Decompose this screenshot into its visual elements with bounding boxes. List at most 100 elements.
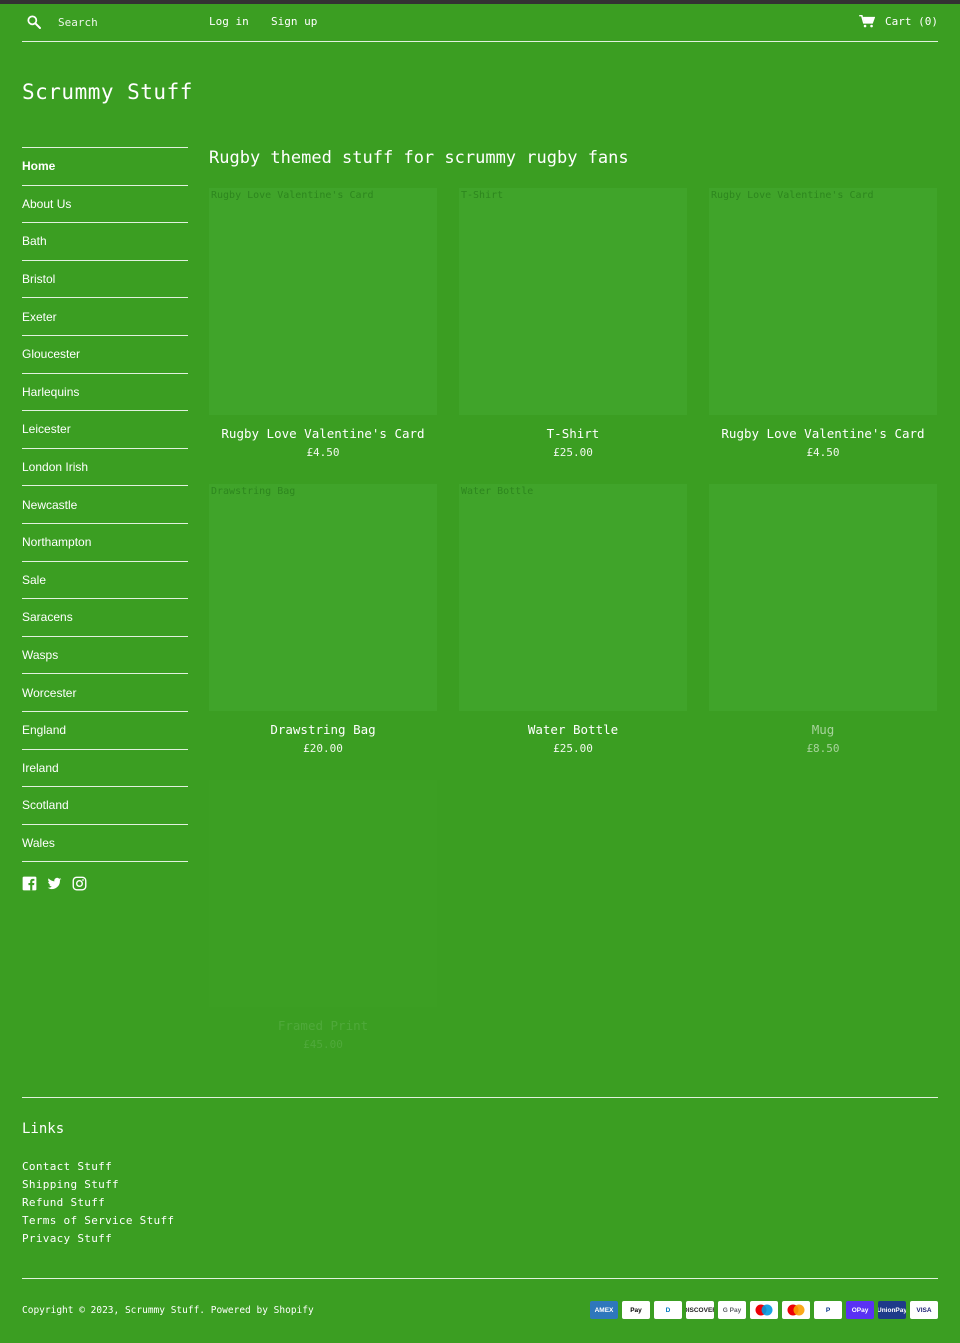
product-price: £4.50: [306, 446, 340, 459]
footer-link-item: Contact Stuff: [22, 1155, 174, 1173]
product-card[interactable]: Mug £8.50: [709, 484, 937, 755]
sidebar-item-home[interactable]: Home: [22, 148, 188, 186]
sidebar-item-label[interactable]: Harlequins: [22, 385, 79, 399]
sidebar-item-wasps[interactable]: Wasps: [22, 637, 188, 675]
sidebar-item-label[interactable]: Scotland: [22, 798, 69, 812]
product-image: Rugby Love Valentine's Card: [209, 188, 437, 415]
payment-method-label: G Pay: [722, 1306, 742, 1314]
sidebar-item-ireland[interactable]: Ireland: [22, 750, 188, 788]
payment-method-label: DISCOVER: [686, 1306, 714, 1314]
sidebar-item-london-irish[interactable]: London Irish: [22, 449, 188, 487]
sidebar-item-label[interactable]: Leicester: [22, 422, 71, 436]
product-image-alt: Water Bottle: [461, 486, 534, 497]
sidebar-item-england[interactable]: England: [22, 712, 188, 750]
product-card[interactable]: Framed Print £45.00: [209, 780, 437, 1051]
payment-method-icon: UnionPay: [878, 1301, 906, 1319]
product-image-alt: Rugby Love Valentine's Card: [211, 190, 374, 201]
product-image: Rugby Love Valentine's Card: [709, 188, 937, 415]
sidebar-item-label[interactable]: Saracens: [22, 610, 73, 624]
footer-link[interactable]: Refund Stuff: [22, 1196, 105, 1209]
sidebar-item-harlequins[interactable]: Harlequins: [22, 374, 188, 412]
sidebar-item-label[interactable]: Wasps: [22, 648, 58, 662]
cart-link[interactable]: Cart (0): [859, 15, 938, 28]
product-card[interactable]: Water Bottle Water Bottle £25.00: [459, 484, 687, 755]
product-image-alt: Rugby Love Valentine's Card: [711, 190, 874, 201]
product-image: [209, 780, 437, 1007]
sidebar-nav: Home About Us Bath Bristol Exeter Gloucester H…: [22, 147, 188, 891]
sidebar-list: Home About Us Bath Bristol Exeter Gloucester H…: [22, 147, 188, 863]
product-card[interactable]: Rugby Love Valentine's Card Rugby Love Va…: [209, 188, 437, 459]
sidebar-item-sale[interactable]: Sale: [22, 562, 188, 600]
sidebar-item-bath[interactable]: Bath: [22, 223, 188, 261]
footer-link[interactable]: Terms of Service Stuff: [22, 1214, 174, 1227]
site-header: Log in Sign up Cart (0): [22, 4, 938, 42]
site-title[interactable]: Scrummy Stuff: [22, 80, 193, 104]
product-name: Framed Print: [277, 1018, 369, 1033]
product-name: Drawstring Bag: [270, 722, 376, 737]
social-links: [22, 876, 188, 891]
sidebar-item-label[interactable]: Home: [22, 159, 55, 173]
twitter-icon[interactable]: [47, 876, 62, 891]
payment-method-icon: [750, 1301, 778, 1319]
sidebar-item-label[interactable]: About Us: [22, 197, 71, 211]
product-price: £25.00: [553, 742, 593, 755]
sidebar-item-saracens[interactable]: Saracens: [22, 599, 188, 637]
sidebar-item-label[interactable]: Northampton: [22, 535, 91, 549]
sidebar-item-label[interactable]: London Irish: [22, 460, 88, 474]
payment-method-icon: D: [654, 1301, 682, 1319]
footer-link[interactable]: Shipping Stuff: [22, 1178, 119, 1191]
payment-method-icon: DISCOVER: [686, 1301, 714, 1319]
payment-method-label: UnionPay: [878, 1306, 906, 1314]
product-image-alt: Drawstring Bag: [211, 486, 296, 497]
collection-title: Rugby themed stuff for scrummy rugby fan…: [209, 148, 629, 168]
sidebar-item-newcastle[interactable]: Newcastle: [22, 486, 188, 524]
sidebar-item-label[interactable]: Newcastle: [22, 498, 77, 512]
payment-icons: AMEX Pay D DISCOVER G Pay P OPay UnionPay VISA: [590, 1301, 938, 1319]
product-card[interactable]: Drawstring Bag Drawstring Bag £20.00: [209, 484, 437, 755]
sidebar-item-label[interactable]: Bath: [22, 234, 47, 248]
cart-icon: [859, 15, 876, 28]
sidebar-item-gloucester[interactable]: Gloucester: [22, 336, 188, 374]
product-price: £4.50: [806, 446, 840, 459]
product-card[interactable]: T-Shirt T-Shirt £25.00: [459, 188, 687, 459]
sidebar-item-wales[interactable]: Wales: [22, 825, 188, 863]
sidebar-item-label[interactable]: Ireland: [22, 761, 59, 775]
payment-method-icon: OPay: [846, 1301, 874, 1319]
sidebar-item-label[interactable]: Bristol: [22, 272, 55, 286]
sidebar-item-label[interactable]: Exeter: [22, 310, 57, 324]
search-input[interactable]: [58, 13, 198, 31]
sidebar-item-bristol[interactable]: Bristol: [22, 261, 188, 299]
footer-divider-top: [22, 1097, 938, 1098]
search-icon[interactable]: [26, 14, 42, 30]
footer-link[interactable]: Privacy Stuff: [22, 1232, 112, 1245]
sidebar-item-northampton[interactable]: Northampton: [22, 524, 188, 562]
footer-link[interactable]: Contact Stuff: [22, 1160, 112, 1173]
product-price: £8.50: [806, 742, 840, 755]
product-card[interactable]: Rugby Love Valentine's Card Rugby Love Va…: [709, 188, 937, 459]
sidebar-item-leicester[interactable]: Leicester: [22, 411, 188, 449]
payment-method-icon: [782, 1301, 810, 1319]
product-price: £45.00: [303, 1038, 343, 1051]
sidebar-item-label[interactable]: Worcester: [22, 686, 76, 700]
sidebar-item-worcester[interactable]: Worcester: [22, 674, 188, 712]
sidebar-item-label[interactable]: Sale: [22, 573, 46, 587]
product-image: Drawstring Bag: [209, 484, 437, 711]
sidebar-item-label[interactable]: Wales: [22, 836, 55, 850]
payment-method-label: Pay: [630, 1306, 642, 1314]
maestro-circles-icon: [755, 1304, 773, 1316]
login-link[interactable]: Log in: [209, 15, 249, 28]
facebook-icon[interactable]: [22, 876, 37, 891]
product-price: £25.00: [553, 446, 593, 459]
payment-method-label: P: [825, 1306, 831, 1314]
sidebar-item-label[interactable]: Gloucester: [22, 347, 80, 361]
payment-method-icon: AMEX: [590, 1301, 618, 1319]
mastercard-circles-icon: [787, 1304, 805, 1316]
instagram-icon[interactable]: [72, 876, 87, 891]
sidebar-item-exeter[interactable]: Exeter: [22, 298, 188, 336]
sidebar-item-about-us[interactable]: About Us: [22, 186, 188, 224]
payment-method-label: AMEX: [594, 1306, 614, 1314]
footer-link-item: Shipping Stuff: [22, 1173, 174, 1191]
signup-link[interactable]: Sign up: [271, 15, 317, 28]
sidebar-item-scotland[interactable]: Scotland: [22, 787, 188, 825]
sidebar-item-label[interactable]: England: [22, 723, 66, 737]
